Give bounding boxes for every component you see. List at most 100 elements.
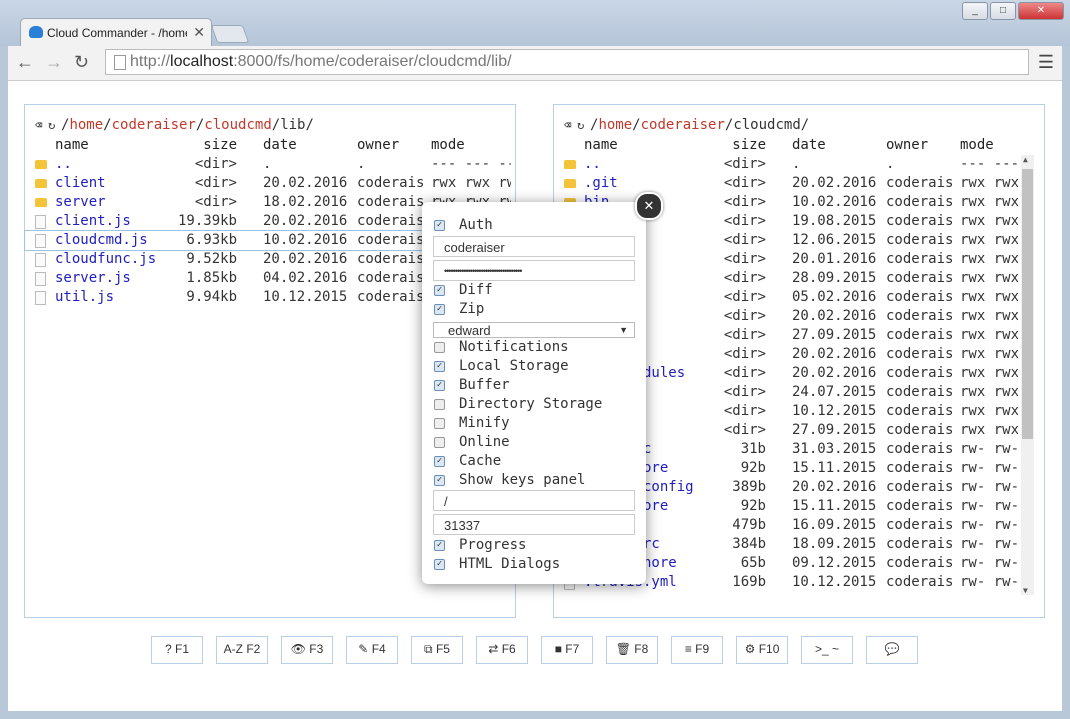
function-key-button[interactable]: ✎ F4 [346, 636, 398, 664]
column-owner[interactable]: owner [886, 136, 952, 155]
zip-option[interactable]: ✓ Zip [434, 301, 484, 319]
option-checkbox[interactable]: ✓ [434, 455, 445, 467]
option-label: Buffer [459, 377, 510, 393]
file-row[interactable]: ..<dir>..--- --- --- [554, 155, 1044, 174]
file-owner: coderaiser [357, 289, 423, 305]
file-mode: --- --- --- [431, 156, 511, 172]
file-row[interactable]: .git<dir>20.02.2016coderaiserrwx rwx rwx [554, 174, 1044, 193]
file-size: <dir> [723, 194, 766, 210]
minimize-button[interactable]: _ [962, 2, 988, 20]
zip-checkbox[interactable]: ✓ [434, 303, 445, 315]
file-row[interactable]: ..<dir>..--- --- --- [25, 155, 515, 174]
config-option[interactable]: Online [434, 434, 510, 452]
file-mode: rw- rw- rw- [960, 574, 1018, 590]
option-checkbox[interactable]: ✓ [434, 379, 445, 391]
reload-icon[interactable]: ↻ [74, 52, 89, 73]
option-checkbox[interactable] [434, 417, 445, 429]
close-icon[interactable]: ✕ [635, 192, 663, 220]
progress-option[interactable]: ✓ Progress [434, 537, 526, 555]
option-checkbox[interactable]: ✓ [434, 360, 445, 372]
eraser-icon[interactable]: ⌫ [35, 118, 48, 132]
function-key-button[interactable]: >_ ~ [801, 636, 853, 664]
option-checkbox[interactable]: ✓ [434, 474, 445, 486]
file-owner: coderaiser [886, 498, 952, 514]
path-link[interactable]: coderaiser [641, 117, 725, 133]
option-checkbox[interactable] [434, 436, 445, 448]
path-link[interactable]: cloudcmd [204, 117, 271, 133]
function-key-button[interactable]: 👁 F3 [281, 636, 333, 664]
folder-shape [564, 160, 576, 169]
config-option[interactable]: ✓ Buffer [434, 377, 510, 395]
column-date[interactable]: date [792, 136, 882, 155]
column-owner[interactable]: owner [357, 136, 423, 155]
column-mode[interactable]: mode [960, 136, 1040, 155]
column-size[interactable]: size [684, 136, 766, 155]
column-date[interactable]: date [263, 136, 353, 155]
config-option[interactable]: Minify [434, 415, 510, 433]
fkey-icon: ? [164, 642, 172, 656]
fkey-icon: ⧉ [424, 642, 433, 656]
eraser-icon[interactable]: ⌫ [564, 118, 577, 132]
forward-icon[interactable]: → [45, 52, 63, 73]
function-key-button[interactable]: ≡ F9 [671, 636, 723, 664]
fkey-icon: 👁 [290, 642, 306, 656]
config-option[interactable]: ✓ Show keys panel [434, 472, 585, 490]
progress-checkbox[interactable]: ✓ [434, 539, 445, 551]
file-date: 28.09.2015 [792, 270, 877, 286]
function-key-button[interactable]: 🗑 F8 [606, 636, 658, 664]
file-size: <dir> [723, 156, 766, 172]
maximize-button[interactable]: □ [990, 2, 1016, 20]
auth-checkbox[interactable]: ✓ [434, 219, 445, 231]
editor-select[interactable]: edward ▼ [433, 322, 635, 338]
tab-close-icon[interactable]: ✕ [193, 24, 205, 41]
function-key-button[interactable]: ■ F7 [541, 636, 593, 664]
password-field[interactable]: •••••••••••••••••••••••••••••••••••• [433, 260, 635, 281]
file-mode: rwx rwx rwx [960, 251, 1018, 267]
function-key-button[interactable]: A-Z F2 [216, 636, 268, 664]
option-label: Show keys panel [459, 472, 586, 488]
new-tab-button[interactable] [210, 25, 250, 43]
function-key-button[interactable]: ? F1 [151, 636, 203, 664]
file-date: 10.02.2016 [792, 194, 877, 210]
prefix-field[interactable]: / [433, 490, 635, 511]
port-field[interactable]: 31337 [433, 514, 635, 535]
config-option[interactable]: ✓ Local Storage [434, 358, 569, 376]
file-owner: coderaiser [886, 232, 952, 248]
folder-shape [35, 179, 47, 188]
auth-option[interactable]: ✓ Auth [434, 217, 493, 235]
option-checkbox[interactable] [434, 341, 445, 353]
diff-option[interactable]: ✓ Diff [434, 282, 493, 300]
right-panel-header: name size date owner mode [554, 136, 1044, 155]
refresh-icon[interactable]: ↻ [48, 118, 61, 132]
file-owner: coderaiser [886, 251, 952, 267]
function-key-button[interactable]: 💬 [866, 636, 918, 664]
diff-checkbox[interactable]: ✓ [434, 284, 445, 296]
refresh-icon[interactable]: ↻ [577, 118, 590, 132]
close-window-button[interactable]: ✕ [1018, 2, 1064, 20]
fkey-icon: 🗑 [615, 642, 631, 656]
address-bar[interactable]: http://localhost:8000/fs/home/coderaiser… [105, 49, 1029, 75]
html-dialogs-option[interactable]: ✓ HTML Dialogs [434, 556, 560, 574]
browser-tab[interactable]: Cloud Commander - /home/coderaiser/cloud… [20, 18, 212, 47]
config-option[interactable]: Notifications [434, 339, 569, 357]
path-link[interactable]: home [69, 117, 103, 133]
function-key-button[interactable]: ⚙ F10 [736, 636, 788, 664]
config-option[interactable]: Directory Storage [434, 396, 602, 414]
username-field[interactable]: coderaiser [433, 236, 635, 257]
back-icon[interactable]: ← [16, 52, 34, 73]
function-key-button[interactable]: ⧉ F5 [411, 636, 463, 664]
config-option[interactable]: ✓ Cache [434, 453, 501, 471]
menu-icon[interactable]: ☰ [1038, 52, 1054, 73]
file-owner: coderaiser [886, 194, 952, 210]
html-dialogs-checkbox[interactable]: ✓ [434, 558, 445, 570]
column-size[interactable]: size [155, 136, 237, 155]
file-row[interactable]: client<dir>20.02.2016coderaiserrwx rwx r… [25, 174, 515, 193]
file-date: 10.12.2015 [792, 574, 877, 590]
path-link[interactable]: home [598, 117, 632, 133]
path-link[interactable]: coderaiser [112, 117, 196, 133]
fkey-label: F5 [435, 642, 450, 656]
option-checkbox[interactable] [434, 398, 445, 410]
function-key-button[interactable]: ⇄ F6 [476, 636, 528, 664]
file-owner: coderaiser [886, 536, 952, 552]
column-mode[interactable]: mode [431, 136, 511, 155]
